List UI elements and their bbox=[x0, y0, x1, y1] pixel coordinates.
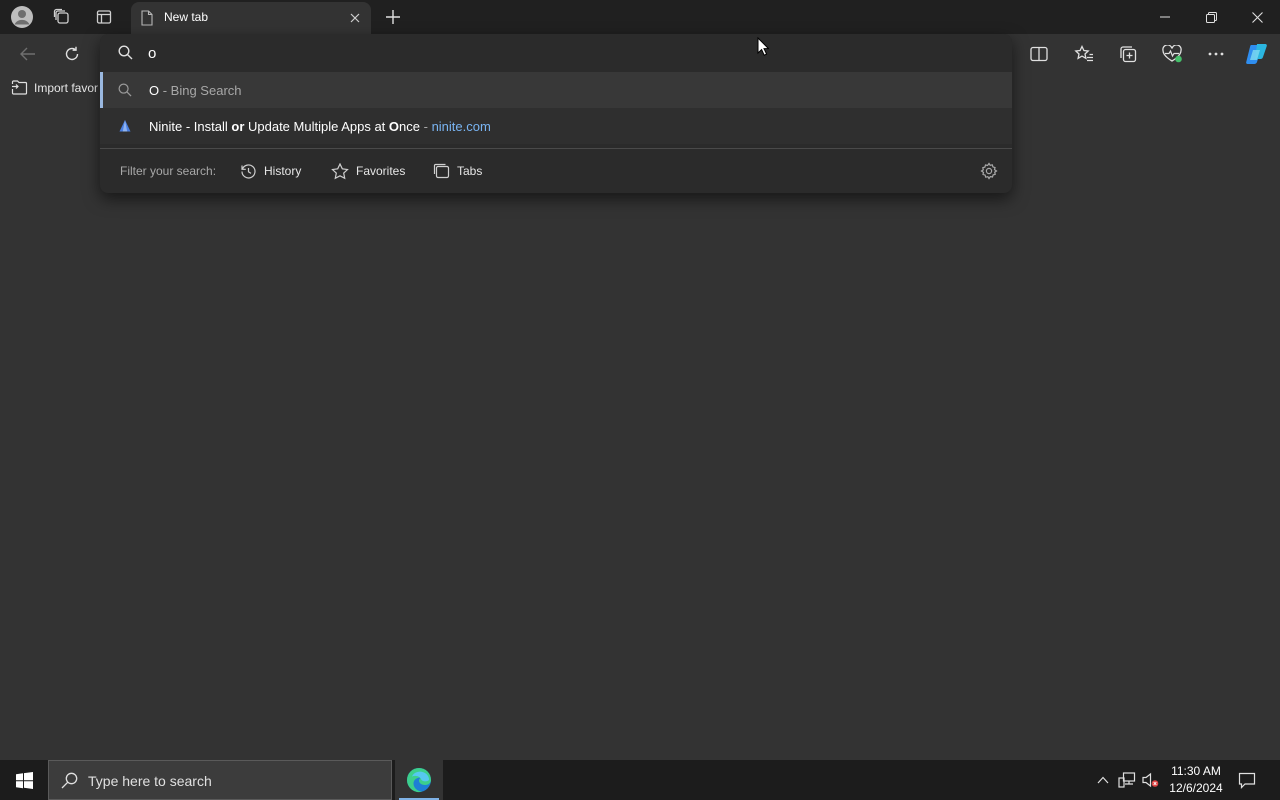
search-icon bbox=[118, 45, 133, 60]
mouse-cursor-icon bbox=[757, 37, 769, 56]
import-favorites-button[interactable]: Import favor bbox=[11, 80, 98, 95]
back-button[interactable] bbox=[14, 40, 42, 68]
show-hidden-icons-chevron-icon[interactable] bbox=[1093, 770, 1113, 790]
star-icon bbox=[331, 162, 349, 180]
title-bar: New tab bbox=[0, 0, 1280, 34]
search-icon bbox=[118, 83, 132, 97]
import-favorites-label: Import favor bbox=[34, 80, 99, 95]
taskbar-edge-button[interactable] bbox=[395, 760, 443, 800]
tabs-icon bbox=[433, 163, 450, 179]
favorites-icon[interactable] bbox=[1070, 40, 1098, 68]
more-options-icon[interactable] bbox=[1202, 40, 1230, 68]
workspaces-icon[interactable] bbox=[50, 5, 74, 29]
clock-time: 11:30 AM bbox=[1171, 764, 1221, 778]
network-icon[interactable] bbox=[1117, 770, 1137, 790]
import-icon bbox=[11, 80, 28, 95]
split-screen-icon[interactable] bbox=[1025, 40, 1053, 68]
suggestion-url: ninite.com bbox=[431, 119, 491, 134]
filter-favorites-button[interactable]: Favorites bbox=[331, 159, 405, 183]
taskbar: Type here to search 11:30 AM 12/6/2024 bbox=[0, 760, 1280, 800]
taskbar-search-placeholder: Type here to search bbox=[88, 773, 212, 789]
notifications-icon[interactable] bbox=[1237, 770, 1257, 790]
tab-title: New tab bbox=[164, 10, 209, 24]
collections-icon[interactable] bbox=[1114, 40, 1142, 68]
suggestion-bing-search[interactable]: O - Bing Search bbox=[100, 72, 1012, 108]
settings-gear-icon[interactable] bbox=[980, 162, 998, 180]
profile-avatar-icon[interactable] bbox=[10, 5, 34, 29]
start-button[interactable] bbox=[0, 760, 48, 800]
new-tab-button[interactable] bbox=[381, 5, 405, 29]
taskbar-search-box[interactable]: Type here to search bbox=[48, 760, 392, 800]
close-tab-icon[interactable] bbox=[347, 10, 363, 26]
restore-button[interactable] bbox=[1188, 0, 1234, 34]
history-icon bbox=[240, 163, 257, 180]
suggestion-ninite[interactable]: Ninite - Install or Update Multiple Apps… bbox=[100, 108, 1012, 144]
address-bar bbox=[100, 34, 1012, 71]
clock-date: 12/6/2024 bbox=[1169, 781, 1223, 795]
copilot-icon[interactable] bbox=[1242, 40, 1272, 68]
page-icon bbox=[140, 10, 154, 26]
filter-label: Filter your search: bbox=[120, 164, 217, 178]
refresh-button[interactable] bbox=[58, 40, 86, 68]
suggestion-text: Ninite - Install or Update Multiple Apps… bbox=[149, 119, 491, 134]
filter-your-search: Filter your search: History Favorites Ta… bbox=[100, 149, 1012, 193]
ninite-favicon-icon bbox=[118, 119, 132, 133]
system-clock[interactable]: 11:30 AM 12/6/2024 bbox=[1165, 763, 1227, 797]
suggestion-text: O - Bing Search bbox=[149, 83, 242, 98]
address-input[interactable] bbox=[148, 41, 988, 65]
edge-icon bbox=[406, 767, 432, 793]
address-bar-dropdown: O - Bing Search Ninite - Install or Upda… bbox=[100, 34, 1012, 193]
selection-indicator bbox=[100, 72, 103, 108]
tab-new-tab[interactable]: New tab bbox=[131, 2, 371, 34]
volume-muted-icon[interactable] bbox=[1140, 770, 1160, 790]
search-icon bbox=[61, 772, 78, 789]
vertical-tabs-icon[interactable] bbox=[92, 5, 116, 29]
filter-history-button[interactable]: History bbox=[240, 159, 301, 183]
close-window-button[interactable] bbox=[1234, 0, 1280, 34]
filter-tabs-button[interactable]: Tabs bbox=[433, 159, 482, 183]
browser-essentials-icon[interactable] bbox=[1158, 40, 1186, 68]
minimize-button[interactable] bbox=[1142, 0, 1188, 34]
